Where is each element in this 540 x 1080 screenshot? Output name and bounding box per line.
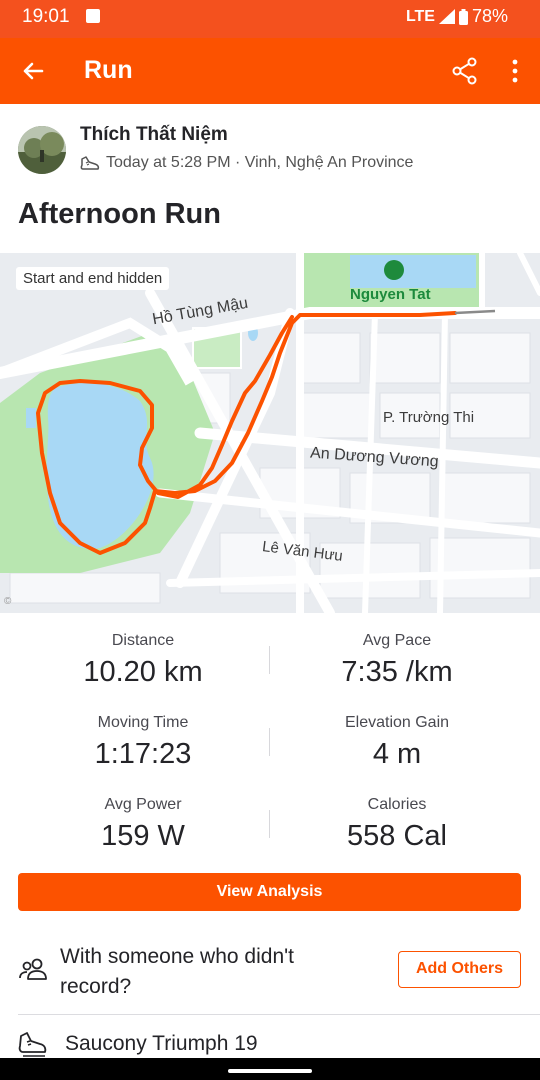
with-others-row: With someone who didn't record? Add Othe… (0, 932, 540, 1014)
avatar[interactable] (18, 126, 66, 174)
shoe-icon (18, 1032, 47, 1057)
status-bar: 19:01 LTE 78% (0, 0, 540, 38)
signal-icon (438, 9, 455, 24)
stat-label: Moving Time (97, 714, 189, 731)
stat-value: 1:17:23 (94, 738, 192, 770)
with-others-text: With someone who didn't record? (60, 945, 294, 998)
run-shoe-icon (80, 156, 100, 170)
battery-level: 78% (471, 6, 508, 26)
view-analysis-button[interactable]: View Analysis (18, 873, 521, 911)
gear-row[interactable]: Saucony Triumph 19 (0, 1022, 540, 1062)
people-icon (19, 958, 47, 980)
park-label: Nguyen Tat (350, 286, 431, 303)
stat-label: Distance (111, 632, 175, 649)
stat-value: 159 W (101, 820, 185, 852)
stat-label: Avg Power (104, 796, 182, 813)
stat-value: 4 m (372, 738, 422, 770)
stat-value: 10.20 km (83, 656, 203, 688)
page-title: Run (84, 56, 133, 84)
activity-title: Afternoon Run (18, 198, 221, 230)
more-vertical-icon[interactable] (505, 56, 525, 86)
athlete-name[interactable]: Thích Thất Niệm (80, 124, 228, 146)
stat-label: Avg Pace (362, 632, 432, 649)
divider (18, 1014, 540, 1015)
status-right: LTE 78% (406, 6, 508, 27)
back-arrow-icon[interactable] (18, 56, 48, 86)
stat-value: 558 Cal (347, 820, 447, 852)
stat-label: Elevation Gain (344, 714, 450, 731)
stat-elevation-gain: Elevation Gain 4 m (262, 714, 532, 771)
privacy-badge: Start and end hidden (16, 267, 170, 290)
system-nav-bar (0, 1058, 540, 1080)
stat-avg-power: Avg Power 159 W (8, 796, 278, 853)
status-time: 19:01 (22, 6, 70, 27)
activity-time-location: Today at 5:28 PM · Vinh, Nghệ An Provinc… (106, 154, 414, 171)
home-gesture-handle[interactable] (228, 1069, 312, 1073)
stat-distance: Distance 10.20 km (8, 632, 278, 689)
network-type: LTE (405, 7, 435, 25)
share-icon[interactable] (450, 56, 480, 86)
activity-meta: Today at 5:28 PM · Vinh, Nghệ An Provinc… (80, 154, 413, 172)
stat-moving-time: Moving Time 1:17:23 (8, 714, 278, 771)
athlete-header: Thích Thất Niệm Today at 5:28 PM · Vinh,… (18, 124, 528, 180)
stat-label: Calories (367, 796, 427, 813)
stat-value: 7:35 /km (341, 656, 453, 688)
stat-calories: Calories 558 Cal (262, 796, 532, 853)
gear-name: Saucony Triumph 19 (65, 1032, 258, 1055)
add-others-button[interactable]: Add Others (398, 951, 521, 988)
area-label: P. Trường Thi (383, 409, 475, 426)
map-graphic (0, 253, 540, 613)
map-attribution: © (4, 596, 12, 607)
app-bar: Run (0, 38, 540, 104)
route-map[interactable]: Start and end hidden Nguyen Tat Hồ Tùng … (0, 253, 540, 613)
battery-icon (458, 8, 468, 25)
notification-icon (86, 9, 100, 23)
stat-avg-pace: Avg Pace 7:35 /km (262, 632, 532, 689)
